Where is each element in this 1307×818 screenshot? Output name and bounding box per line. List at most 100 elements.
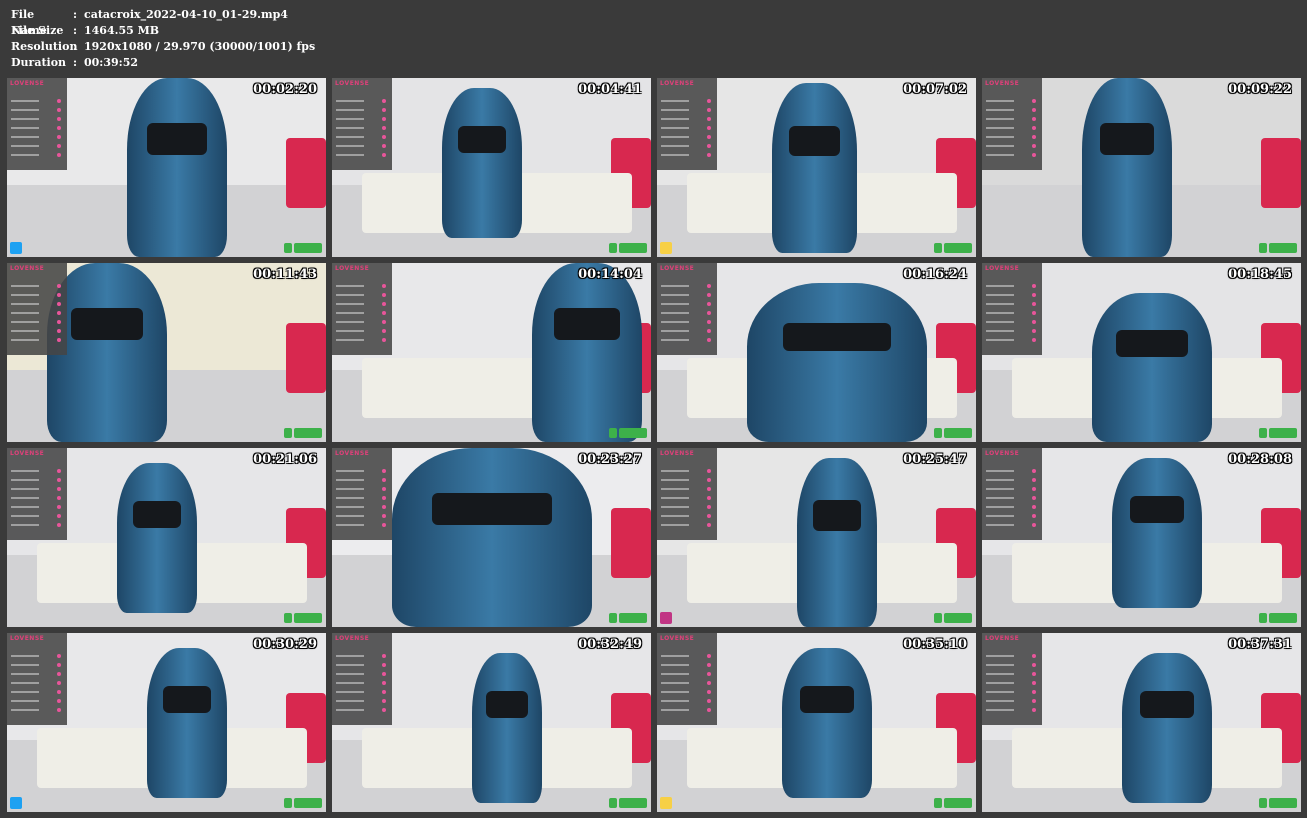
latex-figure (442, 88, 522, 238)
tip-level-row (336, 321, 364, 323)
black-corset (1100, 122, 1154, 155)
vibration-dot-icon (382, 654, 386, 658)
resolution-row: Resolution : 1920x1080 / 29.970 (30000/1… (11, 39, 315, 55)
vibration-dot-icon (57, 293, 61, 297)
tip-level-row (661, 154, 689, 156)
video-thumbnail: LOVENSE 00:04:41 (332, 78, 651, 257)
vibration-dot-icon (382, 523, 386, 527)
duration-label: Duration (11, 56, 67, 69)
black-corset (800, 685, 854, 713)
timestamp: 00:28:08 (1228, 452, 1292, 467)
tip-menu-overlay: LOVENSE (657, 263, 717, 355)
tip-level-row (986, 691, 1014, 693)
tip-level-row (661, 515, 689, 517)
lock-icon (284, 243, 292, 253)
tip-level-row (986, 488, 1014, 490)
tip-level-row (336, 330, 364, 332)
social-handle-badge (660, 612, 672, 624)
tip-level-row (11, 145, 39, 147)
tip-level-row (336, 700, 364, 702)
tip-level-row (986, 285, 1014, 287)
lovense-logo: LOVENSE (985, 80, 1020, 87)
latex-figure (1092, 293, 1212, 442)
vibration-dot-icon (707, 338, 711, 342)
tip-level-row (661, 339, 689, 341)
tip-level-row (336, 673, 364, 675)
vibration-dot-icon (382, 135, 386, 139)
social-handle-badge (660, 797, 672, 809)
tip-level-row (986, 154, 1014, 156)
tip-level-row (11, 682, 39, 684)
video-thumbnail: LOVENSE 00:30:29 (7, 633, 326, 812)
tip-level-row (336, 655, 364, 657)
vibration-dot-icon (382, 338, 386, 342)
tip-level-row (986, 479, 1014, 481)
dmca-badge-icon (294, 798, 322, 808)
vibration-dot-icon (1032, 663, 1036, 667)
vibration-dot-icon (1032, 126, 1036, 130)
vibration-dot-icon (57, 135, 61, 139)
latex-figure (1122, 653, 1212, 803)
tip-level-row (986, 682, 1014, 684)
tip-level-row (986, 109, 1014, 111)
tip-level-row (986, 515, 1014, 517)
vibration-dot-icon (707, 144, 711, 148)
tip-level-row (661, 506, 689, 508)
tip-level-row (11, 330, 39, 332)
tip-level-row (11, 524, 39, 526)
vibration-dot-icon (382, 487, 386, 491)
vibration-dot-icon (382, 708, 386, 712)
tip-level-row (11, 664, 39, 666)
tip-level-row (661, 127, 689, 129)
black-corset (71, 307, 143, 340)
vibration-dot-icon (57, 505, 61, 509)
lock-icon (934, 798, 942, 808)
tip-level-row (336, 691, 364, 693)
vibration-dot-icon (382, 663, 386, 667)
tip-level-row (986, 312, 1014, 314)
tip-level-row (336, 127, 364, 129)
tip-level-row (336, 145, 364, 147)
tip-menu-overlay: LOVENSE (7, 263, 67, 355)
latex-figure (532, 263, 642, 442)
dmca-badge-icon (1269, 243, 1297, 253)
lock-icon (609, 613, 617, 623)
tip-level-row (11, 497, 39, 499)
tip-level-row (336, 664, 364, 666)
vibration-dot-icon (1032, 708, 1036, 712)
dmca-badge-icon (944, 798, 972, 808)
tip-level-row (661, 682, 689, 684)
vibration-dot-icon (57, 654, 61, 658)
timestamp: 00:32:49 (578, 637, 642, 652)
vibration-dot-icon (707, 293, 711, 297)
vibration-dot-icon (707, 108, 711, 112)
tip-level-row (661, 524, 689, 526)
tip-level-row (11, 136, 39, 138)
tip-level-row (336, 118, 364, 120)
lovense-logo: LOVENSE (660, 635, 695, 642)
dmca-badge-icon (294, 428, 322, 438)
dmca-badge-icon (294, 243, 322, 253)
tip-level-row (11, 479, 39, 481)
pink-cushions (286, 138, 326, 208)
vibration-dot-icon (707, 478, 711, 482)
social-handle-badge (660, 242, 672, 254)
vibration-dot-icon (382, 672, 386, 676)
vibration-dot-icon (382, 284, 386, 288)
tip-level-row (986, 506, 1014, 508)
vibration-dot-icon (57, 144, 61, 148)
vibration-dot-icon (707, 663, 711, 667)
tip-menu-overlay: LOVENSE (657, 448, 717, 540)
tip-level-row (336, 100, 364, 102)
lovense-logo: LOVENSE (10, 80, 45, 87)
vibration-dot-icon (57, 496, 61, 500)
timestamp: 00:30:29 (253, 637, 317, 652)
vibration-dot-icon (1032, 329, 1036, 333)
video-thumbnail: LOVENSE 00:14:04 (332, 263, 651, 442)
lovense-logo: LOVENSE (335, 450, 370, 457)
tip-level-row (986, 673, 1014, 675)
black-corset (1116, 330, 1188, 358)
tip-level-row (336, 303, 364, 305)
dmca-badge-icon (1269, 428, 1297, 438)
tip-level-row (11, 321, 39, 323)
